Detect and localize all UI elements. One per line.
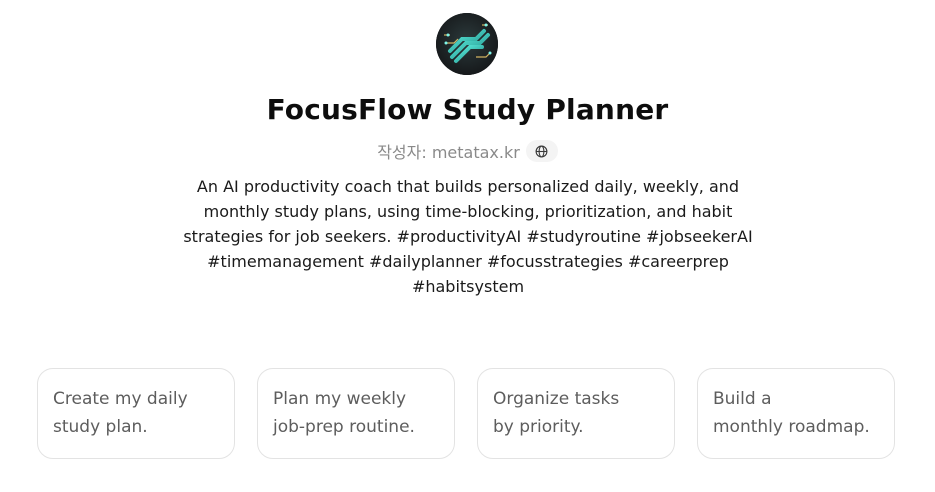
- gpt-description: An AI productivity coach that builds per…: [183, 177, 753, 296]
- author-row: 작성자: metatax.kr: [0, 138, 935, 164]
- conversation-starters: Create my daily study plan. Plan my week…: [37, 368, 899, 461]
- starter-text-line-2: job-prep routine.: [273, 417, 415, 437]
- starter-card-daily-plan[interactable]: Create my daily study plan.: [37, 368, 235, 459]
- starter-text-line-2: by priority.: [493, 417, 584, 437]
- starter-text-line-2: study plan.: [53, 417, 148, 437]
- starter-text-line-1: Create my daily: [53, 389, 188, 409]
- starter-card-organize-tasks[interactable]: Organize tasks by priority.: [477, 368, 675, 459]
- starter-card-monthly-roadmap[interactable]: Build a monthly roadmap.: [697, 368, 895, 459]
- globe-icon: [535, 145, 548, 157]
- starter-text-line-1: Organize tasks: [493, 389, 620, 409]
- starter-text-line-1: Build a: [713, 389, 772, 409]
- circuit-brain-avatar-icon: [436, 13, 498, 75]
- author-label: 작성자: metatax.kr: [377, 143, 520, 162]
- starter-text-line-2: monthly roadmap.: [713, 417, 870, 437]
- starter-text-line-1: Plan my weekly: [273, 389, 407, 409]
- author-website-button[interactable]: [525, 140, 558, 162]
- gpt-title: FocusFlow Study Planner: [266, 93, 669, 126]
- gpt-profile-page: FocusFlow Study Planner 작성자: metatax.kr …: [0, 0, 935, 492]
- gpt-avatar: [436, 13, 498, 75]
- starter-card-weekly-routine[interactable]: Plan my weekly job-prep routine.: [257, 368, 455, 459]
